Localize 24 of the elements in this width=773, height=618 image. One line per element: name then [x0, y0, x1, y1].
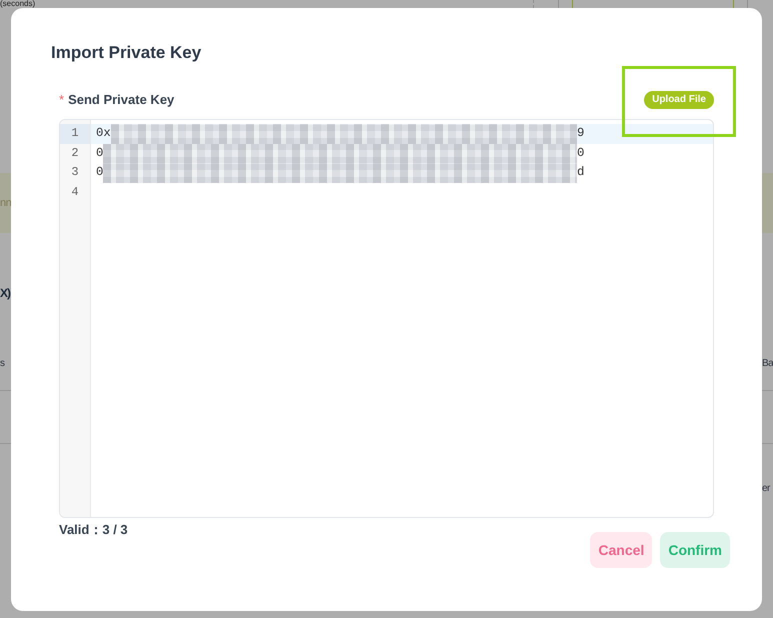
column-header: s: [0, 356, 4, 370]
line-number: 1: [60, 124, 90, 144]
code-text: 0: [96, 164, 104, 181]
dialog-title: Import Private Key: [51, 42, 202, 64]
upload-file-button[interactable]: Upload File: [644, 91, 714, 109]
page-title: (seconds): [0, 0, 36, 8]
code-text: 0x: [96, 125, 111, 142]
line-number: 4: [70, 184, 80, 200]
column-header: Ba: [762, 356, 773, 370]
required-mark: *: [59, 91, 64, 109]
code-text: 9: [576, 125, 584, 142]
code-editor[interactable]: 1 2 3 4 0x 9 0 0 0 d: [59, 119, 714, 518]
table-cell: er: [762, 482, 770, 496]
code-text: d: [576, 164, 584, 181]
line-number: 3: [70, 164, 80, 181]
section-heading: X): [0, 285, 10, 301]
code-text: 0: [96, 144, 104, 162]
validation-status: Valid：3 / 3: [59, 521, 128, 539]
field-label: Send Private Key: [68, 91, 174, 109]
confirm-button[interactable]: Confirm: [660, 532, 730, 568]
line-number: 2: [70, 144, 80, 162]
banner-text: nn: [0, 196, 12, 210]
code-text: 0: [576, 144, 584, 162]
cancel-button[interactable]: Cancel: [590, 532, 652, 568]
